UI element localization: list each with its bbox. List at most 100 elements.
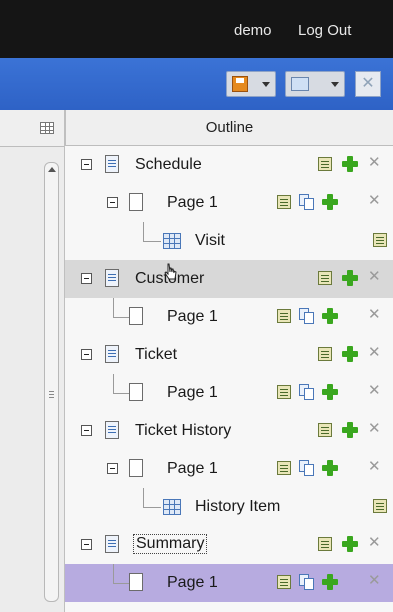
save-dropdown-button[interactable] xyxy=(226,71,276,97)
delete-icon[interactable]: ✕ xyxy=(368,345,382,361)
tree-node-schedule[interactable]: Schedule ✕ xyxy=(65,146,393,184)
collapse-icon[interactable] xyxy=(107,463,118,474)
tree-node-ticket-history[interactable]: Ticket History ✕ xyxy=(65,412,393,450)
collapse-icon[interactable] xyxy=(107,197,118,208)
table-icon xyxy=(163,233,181,249)
outline-panel: Outline Schedule ✕ Page 1 ✕ Visit Custom… xyxy=(65,110,393,612)
tree-connector xyxy=(113,583,129,584)
tree-node-label: Page 1 xyxy=(167,460,218,477)
scrollbar[interactable] xyxy=(44,162,59,602)
copy-icon[interactable] xyxy=(299,308,315,324)
delete-icon[interactable]: ✕ xyxy=(368,421,382,437)
scroll-up-icon[interactable] xyxy=(48,167,56,172)
copy-icon[interactable] xyxy=(299,574,315,590)
table-icon xyxy=(163,499,181,515)
add-icon[interactable] xyxy=(342,422,358,438)
properties-icon[interactable] xyxy=(277,461,291,475)
properties-icon[interactable] xyxy=(373,499,387,513)
tree-connector xyxy=(113,374,114,394)
page-icon xyxy=(129,307,143,325)
delete-icon[interactable]: ✕ xyxy=(368,535,382,551)
add-icon[interactable] xyxy=(322,194,338,210)
tree-node-page-selected[interactable]: Page 1 ✕ xyxy=(65,564,393,602)
properties-icon[interactable] xyxy=(277,195,291,209)
form-icon xyxy=(105,345,119,363)
tree-node-label: Page 1 xyxy=(167,194,218,211)
add-icon[interactable] xyxy=(322,308,338,324)
left-panel-header xyxy=(0,110,64,147)
properties-icon[interactable] xyxy=(318,271,332,285)
logout-link[interactable]: Log Out xyxy=(298,22,351,39)
left-panel xyxy=(0,110,65,612)
close-icon: ✕ xyxy=(361,75,375,92)
properties-icon[interactable] xyxy=(318,347,332,361)
grid-icon[interactable] xyxy=(40,122,54,134)
tree-connector xyxy=(143,222,144,242)
tree-node-label: Summary xyxy=(133,534,208,554)
scroll-grip[interactable] xyxy=(49,391,54,399)
page-icon xyxy=(129,383,143,401)
collapse-icon[interactable] xyxy=(81,273,92,284)
tree-node-page[interactable]: Page 1 ✕ xyxy=(65,374,393,412)
tree-node-history-item[interactable]: History Item xyxy=(65,488,393,526)
properties-icon[interactable] xyxy=(277,309,291,323)
properties-icon[interactable] xyxy=(318,157,332,171)
properties-icon[interactable] xyxy=(277,575,291,589)
copy-icon[interactable] xyxy=(299,384,315,400)
tree-node-label: Page 1 xyxy=(167,384,218,401)
add-icon[interactable] xyxy=(342,346,358,362)
add-icon[interactable] xyxy=(322,384,338,400)
add-icon[interactable] xyxy=(322,574,338,590)
collapse-icon[interactable] xyxy=(81,425,92,436)
delete-icon[interactable]: ✕ xyxy=(368,307,382,323)
copy-icon[interactable] xyxy=(299,194,315,210)
delete-icon[interactable]: ✕ xyxy=(368,383,382,399)
tree-node-customer[interactable]: Customer ✕ xyxy=(65,260,393,298)
properties-icon[interactable] xyxy=(373,233,387,247)
page-icon xyxy=(129,459,143,477)
tree-connector xyxy=(143,241,161,242)
add-icon[interactable] xyxy=(342,536,358,552)
properties-icon[interactable] xyxy=(318,537,332,551)
copy-icon[interactable] xyxy=(299,460,315,476)
properties-icon[interactable] xyxy=(318,423,332,437)
top-bar: demo Log Out xyxy=(0,0,393,58)
cursor-icon xyxy=(164,263,177,280)
chevron-down-icon xyxy=(262,82,270,87)
form-icon xyxy=(105,535,119,553)
add-icon[interactable] xyxy=(342,156,358,172)
collapse-icon[interactable] xyxy=(81,159,92,170)
collapse-icon[interactable] xyxy=(81,349,92,360)
tree-node-label: Page 1 xyxy=(167,308,218,325)
tree-node-summary[interactable]: Summary ✕ xyxy=(65,526,393,564)
tree-connector xyxy=(143,507,161,508)
form-icon xyxy=(105,269,119,287)
delete-icon[interactable]: ✕ xyxy=(368,269,382,285)
tree-node-ticket[interactable]: Ticket ✕ xyxy=(65,336,393,374)
tree-node-page[interactable]: Page 1 ✕ xyxy=(65,298,393,336)
tree-connector xyxy=(143,488,144,508)
view-dropdown-button[interactable] xyxy=(285,71,345,97)
tree-node-label: Ticket xyxy=(135,346,178,363)
delete-icon[interactable]: ✕ xyxy=(368,573,382,589)
collapse-icon[interactable] xyxy=(81,539,92,550)
close-button[interactable]: ✕ xyxy=(355,71,381,97)
tree-connector xyxy=(113,564,114,584)
tree-connector xyxy=(113,317,129,318)
view-icon xyxy=(291,77,309,91)
add-icon[interactable] xyxy=(342,270,358,286)
chevron-down-icon xyxy=(331,82,339,87)
tree-node-visit[interactable]: Visit xyxy=(65,222,393,260)
tree-node-label: History Item xyxy=(195,498,281,515)
properties-icon[interactable] xyxy=(277,385,291,399)
delete-icon[interactable]: ✕ xyxy=(368,459,382,475)
tree-node-label: Page 1 xyxy=(167,574,218,591)
save-icon xyxy=(232,76,248,92)
tree-node-page[interactable]: Page 1 ✕ xyxy=(65,450,393,488)
tree-node-page[interactable]: Page 1 ✕ xyxy=(65,184,393,222)
add-icon[interactable] xyxy=(322,460,338,476)
tree-connector xyxy=(113,393,129,394)
tree-connector xyxy=(113,298,114,318)
delete-icon[interactable]: ✕ xyxy=(368,155,382,171)
delete-icon[interactable]: ✕ xyxy=(368,193,382,209)
